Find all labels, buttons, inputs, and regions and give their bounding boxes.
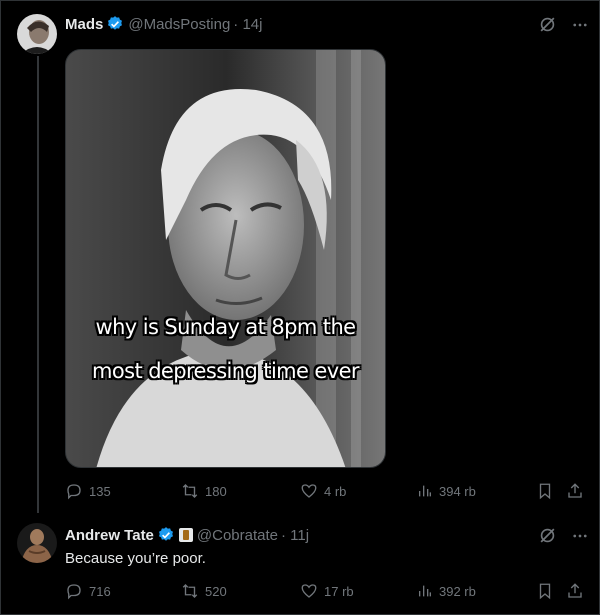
author-name[interactable]: Mads	[65, 16, 103, 33]
meme-caption-line1: why is Sunday at 8pm the	[95, 315, 357, 339]
views-count: 394 rb	[439, 483, 476, 499]
like-button[interactable]: 17 rb	[300, 582, 354, 600]
post-time[interactable]: · 11j	[281, 527, 309, 544]
post-time[interactable]: · 14j	[233, 16, 262, 33]
tweet-actions-mads: 135 180 4 rb 394 rb	[0, 481, 600, 501]
retweet-icon	[182, 484, 198, 498]
retweet-icon	[182, 584, 198, 598]
grok-icon[interactable]	[538, 526, 557, 550]
retweet-button[interactable]: 180	[181, 482, 227, 500]
share-icon	[568, 483, 582, 498]
meme-caption-line2: most depressing time ever	[92, 359, 359, 383]
share-icon	[568, 583, 582, 598]
views-button[interactable]: 392 rb	[417, 583, 476, 599]
avatar-mads[interactable]	[17, 14, 57, 54]
tweet-header-tate: Andrew Tate @Cobratate · 11j	[65, 526, 309, 544]
bookmark-button[interactable]	[536, 582, 554, 600]
grok-icon[interactable]	[538, 15, 557, 39]
verified-icon	[157, 526, 175, 544]
tweet-top-icons	[538, 526, 589, 550]
thread-connector-line	[37, 56, 39, 513]
share-button[interactable]	[566, 582, 584, 600]
photo-portrait	[66, 50, 385, 467]
share-button[interactable]	[566, 482, 584, 500]
tweet-header-mads: Mads @MadsPosting · 14j	[65, 15, 262, 33]
author-handle[interactable]: @MadsPosting	[128, 16, 230, 33]
tweet-actions-tate: 716 520 17 rb 392 rb	[0, 581, 600, 601]
reply-icon	[67, 584, 81, 600]
views-icon	[419, 485, 431, 497]
reply-icon	[67, 484, 81, 500]
verified-icon	[106, 15, 124, 33]
like-button[interactable]: 4 rb	[300, 482, 346, 500]
bookmark-icon	[539, 483, 551, 500]
bookmark-icon	[539, 583, 551, 600]
like-count: 4 rb	[324, 483, 347, 499]
views-icon	[419, 585, 431, 597]
retweet-count: 180	[205, 483, 227, 499]
retweet-count: 520	[205, 583, 227, 599]
views-button[interactable]: 394 rb	[417, 483, 476, 499]
tweet-image[interactable]: why is Sunday at 8pm the most depressing…	[65, 49, 386, 468]
bookmark-button[interactable]	[536, 482, 554, 500]
author-name[interactable]: Andrew Tate	[65, 527, 154, 544]
views-count: 392 rb	[439, 583, 476, 599]
like-count: 17 rb	[324, 583, 354, 599]
affiliate-badge-icon[interactable]	[178, 528, 193, 542]
tweet-text: Because you’re poor.	[65, 550, 206, 567]
reply-button[interactable]: 135	[65, 482, 111, 500]
reply-count: 135	[89, 483, 111, 499]
tweet-top-icons	[538, 15, 589, 39]
author-handle[interactable]: @Cobratate	[197, 527, 278, 544]
reply-button[interactable]: 716	[65, 582, 111, 600]
like-icon	[301, 484, 317, 498]
avatar-andrew-tate[interactable]	[17, 523, 57, 563]
more-icon[interactable]	[571, 16, 589, 39]
like-icon	[301, 584, 317, 598]
reply-count: 716	[89, 583, 111, 599]
retweet-button[interactable]: 520	[181, 582, 227, 600]
more-icon[interactable]	[571, 527, 589, 550]
